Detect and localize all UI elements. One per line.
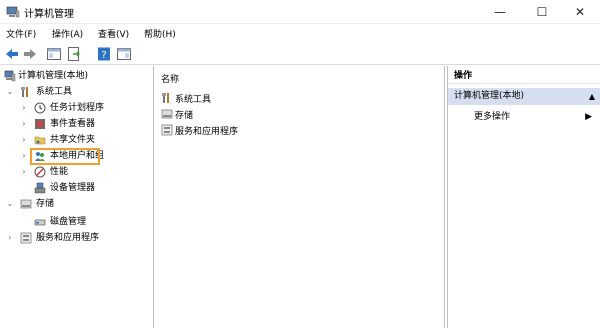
show-action-pane-icon[interactable]	[116, 46, 132, 62]
actions-selected-label: 计算机管理(本地)	[454, 91, 525, 101]
tree-label: 性能	[50, 167, 69, 177]
maximize-button[interactable]: ☐	[522, 0, 562, 24]
performance-icon	[34, 166, 46, 178]
toolbar: ?	[0, 43, 600, 65]
tree-label: 任务计划程序	[50, 103, 105, 113]
actions-pane: 操作 计算机管理(本地) ▲ 更多操作 ▶	[447, 66, 600, 328]
menu-help[interactable]: 帮助(H)	[144, 27, 176, 40]
device-manager-icon	[34, 182, 46, 194]
clock-icon	[34, 102, 46, 114]
details-pane: 名称 系统工具 存储 服务和应用程序	[155, 66, 445, 328]
tree-item-shared-folders[interactable]: › 共享文件夹	[4, 132, 152, 148]
disk-icon	[34, 219, 46, 226]
list-item-services[interactable]: 服务和应用程序	[161, 122, 239, 137]
tree-item-root[interactable]: 计算机管理(本地)	[4, 68, 152, 84]
expand-closed-icon[interactable]: ›	[20, 148, 28, 164]
expand-closed-icon[interactable]: ›	[20, 116, 28, 132]
disk-management-highlight-box	[30, 148, 100, 165]
list-item-label: 服务和应用程序	[175, 127, 239, 137]
shared-folder-icon	[34, 136, 46, 145]
help-icon[interactable]: ?	[96, 46, 112, 62]
tree-item-storage[interactable]: ⌄ 存储	[4, 196, 152, 212]
tree-label: 存储	[36, 199, 55, 209]
expand-open-icon[interactable]: ⌄	[6, 84, 14, 100]
tree-label: 事件查看器	[50, 119, 96, 129]
menu-file[interactable]: 文件(F)	[6, 27, 36, 40]
tree-item-services[interactable]: › 服务和应用程序	[4, 230, 152, 246]
list-item-label: 存储	[175, 111, 194, 121]
actions-selected-group[interactable]: 计算机管理(本地) ▲	[448, 88, 600, 105]
list-item-system-tools[interactable]: 系统工具	[161, 90, 212, 105]
more-actions-link[interactable]: 更多操作	[474, 109, 510, 125]
services-icon	[20, 232, 32, 244]
tree-item-performance[interactable]: › 性能	[4, 164, 152, 180]
list-item-storage[interactable]: 存储	[161, 106, 194, 121]
forward-arrow-icon[interactable]	[22, 46, 38, 62]
export-list-icon[interactable]	[66, 46, 82, 62]
menu-action[interactable]: 操作(A)	[52, 27, 83, 40]
title-bar: 计算机管理 — ☐ ✕	[0, 0, 600, 24]
console-tree-pane: 计算机管理(本地) ⌄ 系统工具 › 任务计划程序 › 事件查看器 › 共享文件…	[0, 66, 154, 328]
menu-view[interactable]: 查看(V)	[98, 27, 129, 40]
submenu-arrow-icon[interactable]: ▶	[585, 109, 592, 125]
tree-label: 服务和应用程序	[36, 233, 100, 243]
list-item-label: 系统工具	[175, 95, 212, 105]
minimize-button[interactable]: —	[480, 0, 520, 24]
storage-icon	[161, 109, 173, 119]
tree-item-system-tools[interactable]: ⌄ 系统工具	[4, 84, 152, 100]
tree-item-device-manager[interactable]: 设备管理器	[4, 180, 152, 196]
tree-label: 磁盘管理	[50, 217, 87, 227]
expand-closed-icon[interactable]: ›	[20, 100, 28, 116]
menu-bar: 文件(F) 操作(A) 查看(V) 帮助(H)	[0, 24, 600, 43]
console-tree-icon[interactable]	[46, 46, 62, 62]
tree-item-disk-management[interactable]: 磁盘管理	[4, 214, 152, 230]
close-button[interactable]: ✕	[560, 0, 600, 24]
collapse-up-icon[interactable]: ▲	[589, 88, 595, 105]
actions-header: 操作	[448, 68, 600, 84]
expand-open-icon[interactable]: ⌄	[6, 196, 14, 212]
computer-management-icon	[6, 6, 20, 18]
computer-management-icon	[4, 70, 16, 82]
storage-icon	[20, 199, 32, 209]
svg-text:?: ?	[101, 50, 106, 61]
services-icon	[161, 124, 173, 136]
tree-label: 系统工具	[36, 87, 73, 97]
tree-label: 设备管理器	[50, 183, 96, 193]
tree-label: 共享文件夹	[50, 135, 96, 145]
tree-item-event-viewer[interactable]: › 事件查看器	[4, 116, 152, 132]
tree-label: 计算机管理(本地)	[18, 71, 89, 81]
event-viewer-icon	[35, 119, 45, 129]
expand-closed-icon[interactable]: ›	[20, 132, 28, 148]
back-arrow-icon[interactable]	[4, 46, 20, 62]
tools-icon	[162, 93, 169, 103]
window-title: 计算机管理	[24, 9, 74, 20]
tree-item-task-scheduler[interactable]: › 任务计划程序	[4, 100, 152, 116]
expand-closed-icon[interactable]: ›	[20, 164, 28, 180]
expand-closed-icon[interactable]: ›	[6, 230, 14, 246]
column-header-name[interactable]: 名称	[161, 72, 179, 85]
tools-icon	[21, 87, 28, 97]
